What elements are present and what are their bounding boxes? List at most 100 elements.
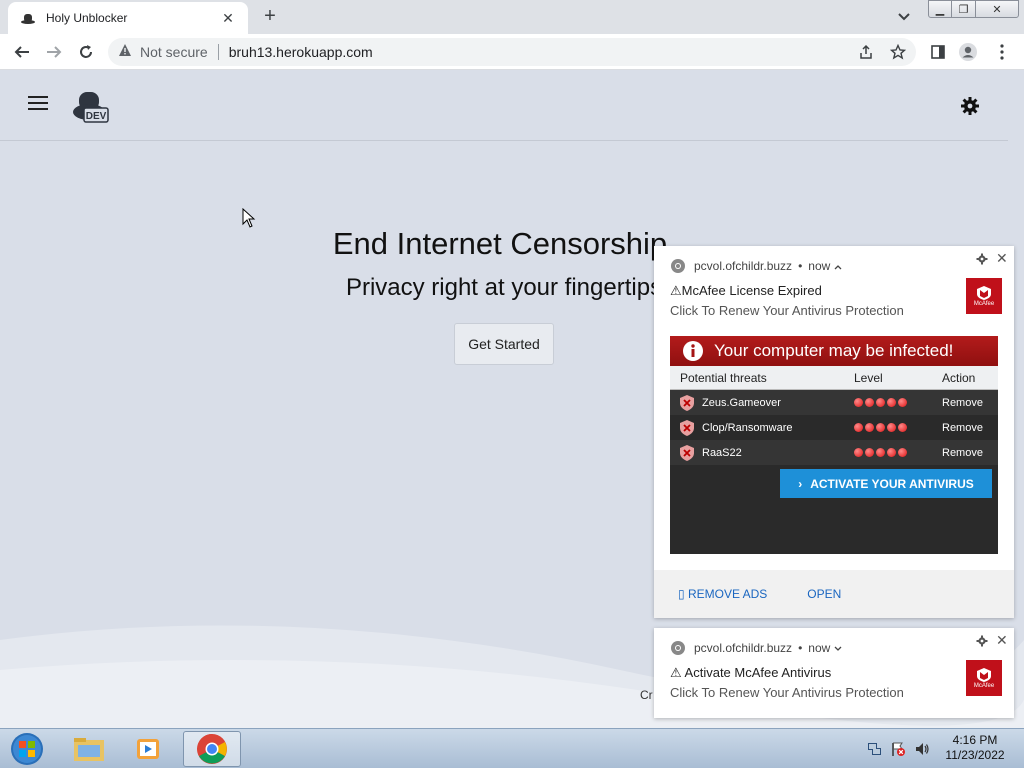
notification-activate-mcafee[interactable]: pcvol.ofchildr.buzz • now ✕ ⚠ Activate M… bbox=[654, 628, 1014, 718]
notification-close-icon[interactable]: ✕ bbox=[996, 250, 1008, 267]
column-action: Action bbox=[942, 370, 976, 385]
chrome-icon bbox=[671, 259, 685, 273]
mouse-cursor-icon bbox=[242, 208, 256, 228]
network-icon[interactable] bbox=[866, 741, 882, 757]
footer-text[interactable]: Cr bbox=[640, 688, 653, 702]
hat-favicon-icon bbox=[20, 10, 36, 26]
logo-text: DEV bbox=[86, 111, 107, 122]
forward-arrow-icon[interactable] bbox=[44, 42, 64, 62]
browser-toolbar: Not secure bruh13.herokuapp.com bbox=[0, 34, 1024, 70]
gear-icon[interactable] bbox=[960, 96, 980, 116]
tab-title: Holy Unblocker bbox=[46, 11, 128, 25]
threat-action: Remove bbox=[942, 446, 983, 459]
warning-triangle-icon[interactable] bbox=[118, 43, 132, 62]
column-threats: Potential threats bbox=[680, 370, 767, 385]
windows-start-button[interactable] bbox=[6, 731, 48, 767]
profile-avatar-icon[interactable] bbox=[958, 42, 978, 62]
side-panel-icon[interactable] bbox=[928, 42, 948, 62]
info-icon bbox=[683, 341, 703, 361]
hero-headline: End Internet Censorship bbox=[332, 226, 668, 261]
chevron-right-icon: › bbox=[798, 476, 803, 491]
taskbar: 4:16 PM 11/23/2022 bbox=[0, 728, 1024, 768]
site-header: DEV bbox=[0, 70, 1008, 141]
threat-level-dots bbox=[846, 423, 934, 432]
action-center-flag-icon[interactable] bbox=[890, 741, 906, 757]
window-restore-button[interactable]: ❐ bbox=[951, 0, 976, 18]
address-bar[interactable]: Not secure bruh13.herokuapp.com bbox=[108, 38, 916, 66]
notification-source: pcvol.ofchildr.buzz bbox=[694, 641, 793, 655]
get-started-button[interactable]: Get Started bbox=[454, 323, 554, 365]
clock-time: 4:16 PM bbox=[952, 733, 998, 747]
system-clock[interactable]: 4:16 PM 11/23/2022 bbox=[940, 733, 1010, 763]
tab-strip: Holy Unblocker ✕ + ▁ ❐ ✕ bbox=[0, 0, 1024, 34]
activate-antivirus-button[interactable]: › ACTIVATE YOUR ANTIVIRUS bbox=[780, 469, 992, 498]
share-icon[interactable] bbox=[856, 42, 876, 62]
chevron-down-icon[interactable] bbox=[896, 8, 912, 24]
threat-row: Zeus.Gameover Remove bbox=[670, 390, 998, 415]
more-menu-icon[interactable] bbox=[992, 42, 1012, 62]
threat-shield-icon bbox=[680, 419, 694, 436]
threat-name: RaaS22 bbox=[702, 446, 742, 459]
mcafee-logo-icon: McAfee bbox=[966, 278, 1002, 314]
alert-banner-text: Your computer may be infected! bbox=[714, 341, 954, 360]
reload-icon[interactable] bbox=[76, 42, 96, 62]
column-level: Level bbox=[854, 370, 883, 385]
security-label[interactable]: Not secure bbox=[140, 44, 208, 60]
bookmark-star-icon[interactable] bbox=[888, 42, 908, 62]
chrome-icon bbox=[671, 641, 685, 655]
separator-dot: • bbox=[798, 259, 803, 273]
notification-source: pcvol.ofchildr.buzz bbox=[694, 259, 793, 273]
omnibox-divider bbox=[217, 44, 219, 60]
notification-mcafee-expired[interactable]: pcvol.ofchildr.buzz • now ✕ ⚠McAfee Lice… bbox=[654, 246, 1014, 618]
threat-name: Clop/Ransomware bbox=[702, 421, 793, 434]
infection-alert-image[interactable]: Your computer may be infected! Potential… bbox=[670, 336, 998, 554]
threat-level-dots bbox=[846, 448, 934, 457]
window-close-button[interactable]: ✕ bbox=[975, 0, 1019, 18]
alert-banner: Your computer may be infected! bbox=[670, 336, 998, 366]
notification-actions: ▯ REMOVE ADS OPEN bbox=[654, 570, 1014, 618]
notification-header: pcvol.ofchildr.buzz • now bbox=[670, 640, 842, 656]
chrome-taskbar-icon[interactable] bbox=[183, 731, 241, 767]
chevron-down-icon[interactable] bbox=[834, 641, 842, 655]
notification-body: Click To Renew Your Antivirus Protection bbox=[670, 685, 904, 700]
notification-body: Click To Renew Your Antivirus Protection bbox=[670, 303, 904, 318]
notification-settings-gear-icon[interactable] bbox=[976, 634, 988, 647]
browser-tab[interactable]: Holy Unblocker ✕ bbox=[8, 2, 248, 34]
window-minimize-button[interactable]: ▁ bbox=[928, 0, 952, 18]
threat-shield-icon bbox=[680, 394, 694, 411]
url-text[interactable]: bruh13.herokuapp.com bbox=[229, 44, 373, 60]
threat-row: Clop/Ransomware Remove bbox=[670, 415, 998, 440]
volume-icon[interactable] bbox=[914, 741, 930, 757]
remove-ads-button[interactable]: ▯ REMOVE ADS bbox=[678, 587, 767, 601]
notification-close-icon[interactable]: ✕ bbox=[996, 632, 1008, 649]
hamburger-menu-icon[interactable] bbox=[28, 96, 48, 112]
site-logo[interactable]: DEV bbox=[72, 90, 110, 124]
hero-subheadline: Privacy right at your fingertips bbox=[345, 274, 663, 301]
notification-settings-gear-icon[interactable] bbox=[976, 252, 988, 265]
notification-title: ⚠ Activate McAfee Antivirus bbox=[670, 665, 832, 680]
back-arrow-icon[interactable] bbox=[12, 42, 32, 62]
tab-close-icon[interactable]: ✕ bbox=[220, 10, 236, 27]
notification-title: ⚠McAfee License Expired bbox=[670, 283, 822, 298]
threat-table-header: Potential threats Level Action bbox=[670, 366, 998, 390]
notification-time: now bbox=[808, 641, 831, 655]
threat-action: Remove bbox=[942, 421, 983, 434]
notification-time: now bbox=[808, 259, 831, 273]
threat-name: Zeus.Gameover bbox=[702, 396, 781, 409]
notification-header: pcvol.ofchildr.buzz • now bbox=[670, 258, 842, 274]
clock-date: 11/23/2022 bbox=[945, 748, 1005, 762]
threat-shield-icon bbox=[680, 444, 694, 461]
mcafee-label: McAfee bbox=[973, 682, 995, 689]
separator-dot: • bbox=[798, 641, 803, 655]
threat-row: RaaS22 Remove bbox=[670, 440, 998, 465]
activate-label: ACTIVATE YOUR ANTIVIRUS bbox=[810, 476, 974, 491]
threat-level-dots bbox=[846, 398, 934, 407]
media-player-icon[interactable] bbox=[120, 731, 178, 767]
chevron-up-icon[interactable] bbox=[834, 259, 842, 273]
new-tab-icon[interactable]: + bbox=[260, 6, 280, 26]
threat-action: Remove bbox=[942, 396, 983, 409]
mcafee-label: McAfee bbox=[973, 300, 995, 307]
mcafee-logo-icon: McAfee bbox=[966, 660, 1002, 696]
file-explorer-icon[interactable] bbox=[60, 731, 118, 767]
open-button[interactable]: OPEN bbox=[807, 587, 841, 601]
